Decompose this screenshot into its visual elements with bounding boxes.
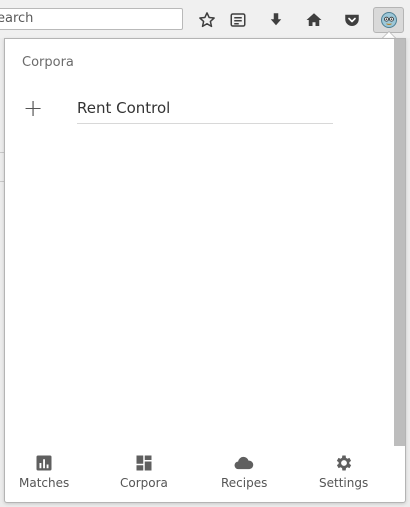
tab-label: Recipes [221, 476, 268, 490]
browser-toolbar: earch [0, 0, 410, 38]
tab-label: Corpora [120, 476, 168, 490]
corpus-name-input[interactable] [77, 97, 333, 124]
download-icon[interactable] [264, 8, 288, 32]
dashboard-icon [134, 453, 154, 473]
panel-title: Corpora [22, 55, 74, 70]
tab-label: Settings [319, 476, 369, 490]
tab-recipes[interactable]: Recipes [221, 453, 267, 490]
bookmark-star-icon[interactable] [195, 8, 219, 32]
reading-list-icon[interactable] [226, 8, 250, 32]
tab-corpora[interactable]: Corpora [120, 453, 168, 490]
search-input[interactable]: earch [0, 8, 183, 30]
cloud-icon [234, 453, 254, 473]
tab-settings[interactable]: Settings [319, 453, 368, 490]
tab-label: Matches [19, 476, 70, 490]
add-corpus-button[interactable]: + [22, 96, 44, 120]
pocket-icon[interactable] [340, 8, 364, 32]
scrollbar[interactable] [394, 39, 405, 446]
gear-icon [334, 453, 354, 473]
tab-matches[interactable]: Matches [19, 453, 69, 490]
bottom-tab-bar: Matches Corpora Recipes Settings [5, 453, 405, 502]
bar-chart-icon [34, 453, 54, 473]
extension-popup-panel: Corpora + Matches Corpora Recipes S [4, 38, 406, 503]
home-icon[interactable] [302, 8, 326, 32]
extension-icon[interactable] [373, 7, 404, 33]
